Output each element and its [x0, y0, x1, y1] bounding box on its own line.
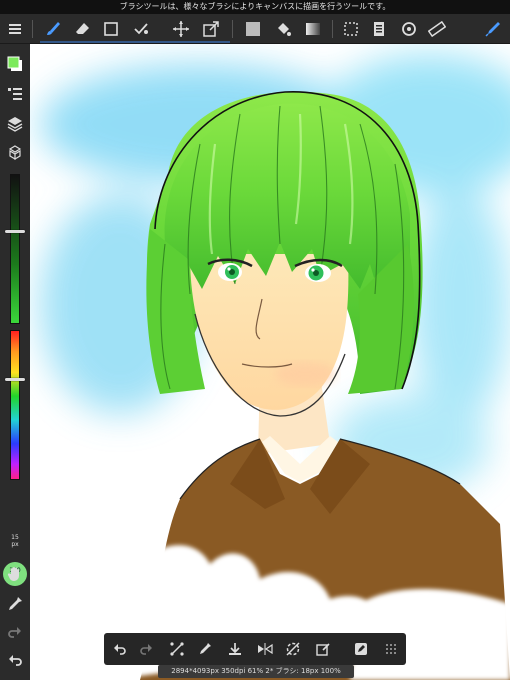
hand-icon[interactable] — [3, 562, 27, 586]
pen-icon[interactable] — [480, 16, 506, 42]
move-icon[interactable] — [168, 16, 194, 42]
brush-size-knob[interactable] — [5, 229, 25, 233]
materials-icon[interactable] — [3, 142, 27, 166]
brush-size-slider[interactable] — [5, 174, 25, 324]
tool-tip-bar: ブラシツールは、様々なブラシによりキャンバスに描画を行うツールです。 — [0, 0, 510, 14]
brush-icon[interactable] — [40, 16, 66, 42]
undo-icon[interactable] — [106, 636, 132, 662]
drawing-canvas[interactable] — [30, 44, 510, 680]
redo-icon[interactable] — [3, 620, 27, 644]
clear-layer-icon[interactable] — [310, 636, 336, 662]
eraser-icon[interactable] — [70, 16, 96, 42]
redo-icon[interactable] — [134, 636, 160, 662]
active-tool-indicator — [40, 41, 230, 43]
brush-size-label: 15 px — [11, 534, 19, 548]
more-options-icon[interactable] — [378, 636, 404, 662]
gradient-icon[interactable] — [300, 16, 326, 42]
flip-horizontal-icon[interactable] — [252, 636, 278, 662]
edit-layer-icon[interactable] — [348, 636, 374, 662]
rotate-icon[interactable] — [396, 16, 422, 42]
layers-icon[interactable] — [3, 112, 27, 136]
save-download-icon[interactable] — [222, 636, 248, 662]
select-rect-icon[interactable] — [98, 16, 124, 42]
rotate-reset-icon[interactable] — [280, 636, 306, 662]
transform-icon[interactable] — [198, 16, 224, 42]
hue-slider[interactable] — [5, 330, 25, 480]
bucket-icon[interactable] — [270, 16, 296, 42]
hue-knob[interactable] — [5, 378, 25, 382]
bottom-toolbar — [104, 633, 406, 665]
select-layer-icon[interactable] — [338, 16, 364, 42]
color-swatch[interactable] — [3, 52, 27, 76]
left-toolbar: 15 px 100 % — [0, 44, 30, 680]
eyedropper-icon[interactable] — [3, 592, 27, 616]
artwork — [40, 54, 510, 680]
status-bar: 2894*4093px 350dpi 61% 2* ブラシ: 18px 100% — [158, 665, 354, 678]
brush-list-icon[interactable] — [3, 82, 27, 106]
undo-icon[interactable] — [3, 648, 27, 672]
top-toolbar — [0, 14, 510, 44]
select-check-icon[interactable] — [128, 16, 154, 42]
layers-panel-icon[interactable] — [366, 16, 392, 42]
menu-icon[interactable] — [2, 16, 28, 42]
fill-color-icon[interactable] — [240, 16, 266, 42]
transform-select-icon[interactable] — [164, 636, 190, 662]
ruler-icon[interactable] — [424, 16, 450, 42]
eyedropper-icon[interactable] — [192, 636, 218, 662]
